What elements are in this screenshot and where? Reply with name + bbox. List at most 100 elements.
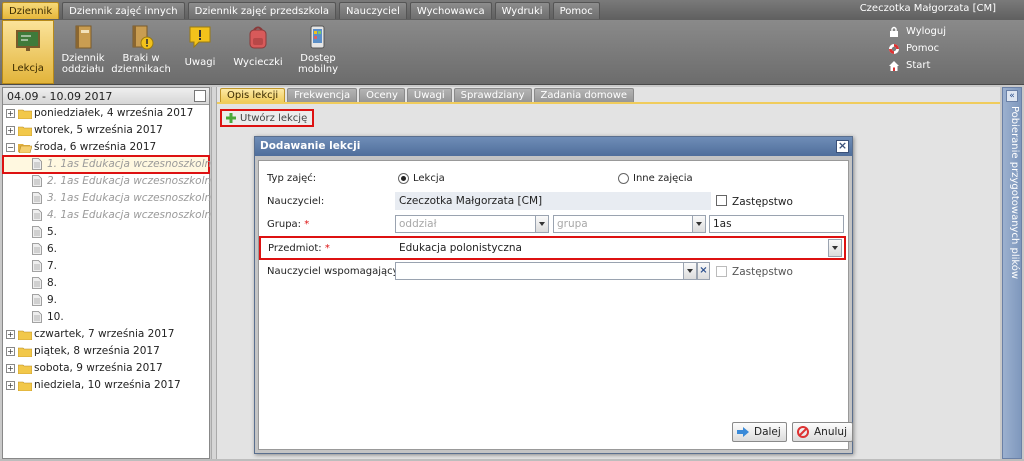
tree-day-pon[interactable]: + poniedziałek, 4 września 2017 (3, 105, 209, 122)
files-panel-title: Pobieranie przygotowanych plików (1009, 106, 1020, 280)
tree-day-pt[interactable]: + piątek, 8 września 2017 (3, 343, 209, 360)
tree-day-wt[interactable]: + wtorek, 5 września 2017 (3, 122, 209, 139)
toolbar: Lekcja Dziennik oddziału Braki w dzienni… (0, 20, 1024, 85)
tree-lesson-7[interactable]: 7. (3, 258, 209, 275)
menu-dziennik-zajec-innych[interactable]: Dziennik zajęć innych (62, 2, 185, 19)
grupa-select[interactable]: grupa (553, 215, 693, 233)
menu-dziennik[interactable]: Dziennik (2, 2, 60, 19)
expand-icon[interactable]: « (1006, 90, 1018, 102)
tree-lesson-label: 5. (47, 226, 58, 238)
tree-day-label: wtorek, 5 września 2017 (34, 124, 163, 136)
tree-lesson-label: 7. (47, 260, 58, 272)
tree-day-czw[interactable]: + czwartek, 7 września 2017 (3, 326, 209, 343)
przedmiot-label-text: Przedmiot: (268, 243, 322, 254)
wycieczki-button[interactable]: Wycieczki (232, 20, 284, 84)
uwagi-button[interactable]: Uwagi (178, 20, 222, 84)
radio-inne-zajecia[interactable] (618, 173, 629, 184)
tree-lesson-label: 3. 1as Edukacja wczesnoszkolna (47, 192, 218, 204)
braki-label-1: Braki w (122, 53, 160, 64)
tab-uwagi[interactable]: Uwagi (406, 88, 452, 102)
dalej-button[interactable]: Dalej (732, 422, 787, 442)
tree-day-sr[interactable]: − środa, 6 września 2017 (3, 139, 209, 156)
lekcja-button[interactable]: Lekcja (2, 20, 54, 84)
folder-icon (17, 329, 33, 341)
calendar-icon[interactable] (194, 90, 206, 102)
document-icon (32, 294, 42, 306)
braki-button[interactable]: Braki w dziennikach (110, 20, 172, 84)
tree-lesson-2[interactable]: 2. 1as Edukacja wczesnoszkolna (3, 173, 218, 190)
tree-lesson-label: 1. 1as Edukacja wczesnoszkolna (47, 158, 218, 170)
tree-lesson-4[interactable]: 4. 1as Edukacja wczesnoszkolna (3, 207, 218, 224)
tab-underline (217, 102, 1000, 104)
przedmiot-dropdown-icon[interactable] (828, 239, 842, 257)
cancel-icon (797, 426, 809, 438)
tree-lesson-label: 6. (47, 243, 58, 255)
tab-sprawdziany[interactable]: Sprawdziany (453, 88, 532, 102)
grupa-row: Grupa: * oddział grupa 1as (259, 213, 848, 235)
tree-lesson-9[interactable]: 9. (3, 292, 209, 309)
tree-day-sob[interactable]: + sobota, 9 września 2017 (3, 360, 209, 377)
tree-day-label: sobota, 9 września 2017 (34, 362, 163, 374)
tab-zadania-domowe[interactable]: Zadania domowe (533, 88, 635, 102)
files-side-panel[interactable]: « Pobieranie przygotowanych plików (1002, 87, 1022, 459)
tree-lesson-label: 4. 1as Edukacja wczesnoszkolna (47, 209, 218, 221)
start-link[interactable]: Start (888, 57, 946, 74)
expand-toggle-icon[interactable]: + (6, 364, 15, 373)
radio-lekcja-label: Lekcja (413, 173, 445, 184)
pomoc-link[interactable]: Pomoc (888, 40, 946, 57)
dostep-label-2: mobilny (297, 64, 339, 75)
anuluj-button[interactable]: Anuluj (792, 422, 853, 442)
top-menu-bar: Dziennik Dziennik zajęć innych Dziennik … (0, 0, 1024, 20)
tree-lesson-6[interactable]: 6. (3, 241, 209, 258)
tree-day-nd[interactable]: + niedziela, 10 września 2017 (3, 377, 209, 394)
expand-toggle-icon[interactable]: + (6, 381, 15, 390)
tab-frekwencja[interactable]: Frekwencja (287, 88, 358, 102)
menu-dziennik-zajec-przedszkola[interactable]: Dziennik zajęć przedszkola (187, 2, 337, 19)
nauczyciel-label: Nauczyciel: (267, 196, 325, 207)
tree-day-label: niedziela, 10 września 2017 (34, 379, 181, 391)
wyloguj-link[interactable]: Wyloguj (888, 23, 946, 40)
przedmiot-select[interactable]: Edukacja polonistyczna (395, 239, 829, 257)
clear-icon[interactable]: × (697, 262, 710, 280)
folder-icon (17, 363, 33, 375)
dziennik-oddzialu-label-2: oddziału (61, 64, 105, 75)
lekcja-label: Lekcja (12, 63, 44, 74)
expand-toggle-icon[interactable]: + (6, 126, 15, 135)
tree-lesson-5[interactable]: 5. (3, 224, 209, 241)
close-icon[interactable]: × (836, 140, 849, 153)
wspomagajacy-dropdown-icon[interactable] (683, 262, 697, 280)
menu-wychowawca[interactable]: Wychowawca (409, 2, 492, 19)
radio-inne-zajecia-label: Inne zajęcia (633, 173, 693, 184)
zastepstwo-checkbox[interactable] (716, 195, 727, 206)
tab-oceny[interactable]: Oceny (359, 88, 405, 102)
oddzial-dropdown-icon[interactable] (535, 215, 549, 233)
dziennik-oddzialu-button[interactable]: Dziennik oddziału (60, 20, 106, 84)
menu-pomoc[interactable]: Pomoc (552, 2, 600, 19)
przedmiot-row: Przedmiot: * Edukacja polonistyczna (259, 236, 846, 260)
tab-opis-lekcji[interactable]: Opis lekcji (220, 88, 286, 102)
grupa-dropdown-icon[interactable] (692, 215, 706, 233)
tree-lesson-8[interactable]: 8. (3, 275, 209, 292)
braki-label-2: dziennikach (111, 64, 171, 75)
expand-toggle-icon[interactable]: + (6, 347, 15, 356)
lock-icon (890, 26, 898, 37)
grupa-value-field[interactable]: 1as (709, 215, 844, 233)
document-icon (32, 226, 42, 238)
zastepstwo-wsp-checkbox[interactable] (716, 266, 727, 277)
wspomagajacy-select[interactable] (395, 262, 684, 280)
tree-day-label: środa, 6 września 2017 (34, 141, 157, 153)
expand-toggle-icon[interactable]: − (6, 143, 15, 152)
tree-lesson-3[interactable]: 3. 1as Edukacja wczesnoszkolna (3, 190, 218, 207)
dostep-mobilny-button[interactable]: Dostęp mobilny (294, 20, 342, 84)
note-icon (189, 26, 211, 49)
create-lesson-button[interactable]: Utwórz lekcję (220, 109, 315, 127)
radio-lekcja[interactable] (398, 173, 409, 184)
dialog-body: Typ zajęć: Lekcja Inne zajęcia Nauczycie… (258, 160, 853, 450)
oddzial-select[interactable]: oddział (395, 215, 536, 233)
expand-toggle-icon[interactable]: + (6, 330, 15, 339)
menu-wydruki[interactable]: Wydruki (494, 2, 550, 19)
tree-lesson-1[interactable]: 1. 1as Edukacja wczesnoszkolna (2, 155, 218, 174)
menu-nauczyciel[interactable]: Nauczyciel (339, 2, 407, 19)
tree-lesson-10[interactable]: 10. (3, 309, 209, 326)
expand-toggle-icon[interactable]: + (6, 109, 15, 118)
